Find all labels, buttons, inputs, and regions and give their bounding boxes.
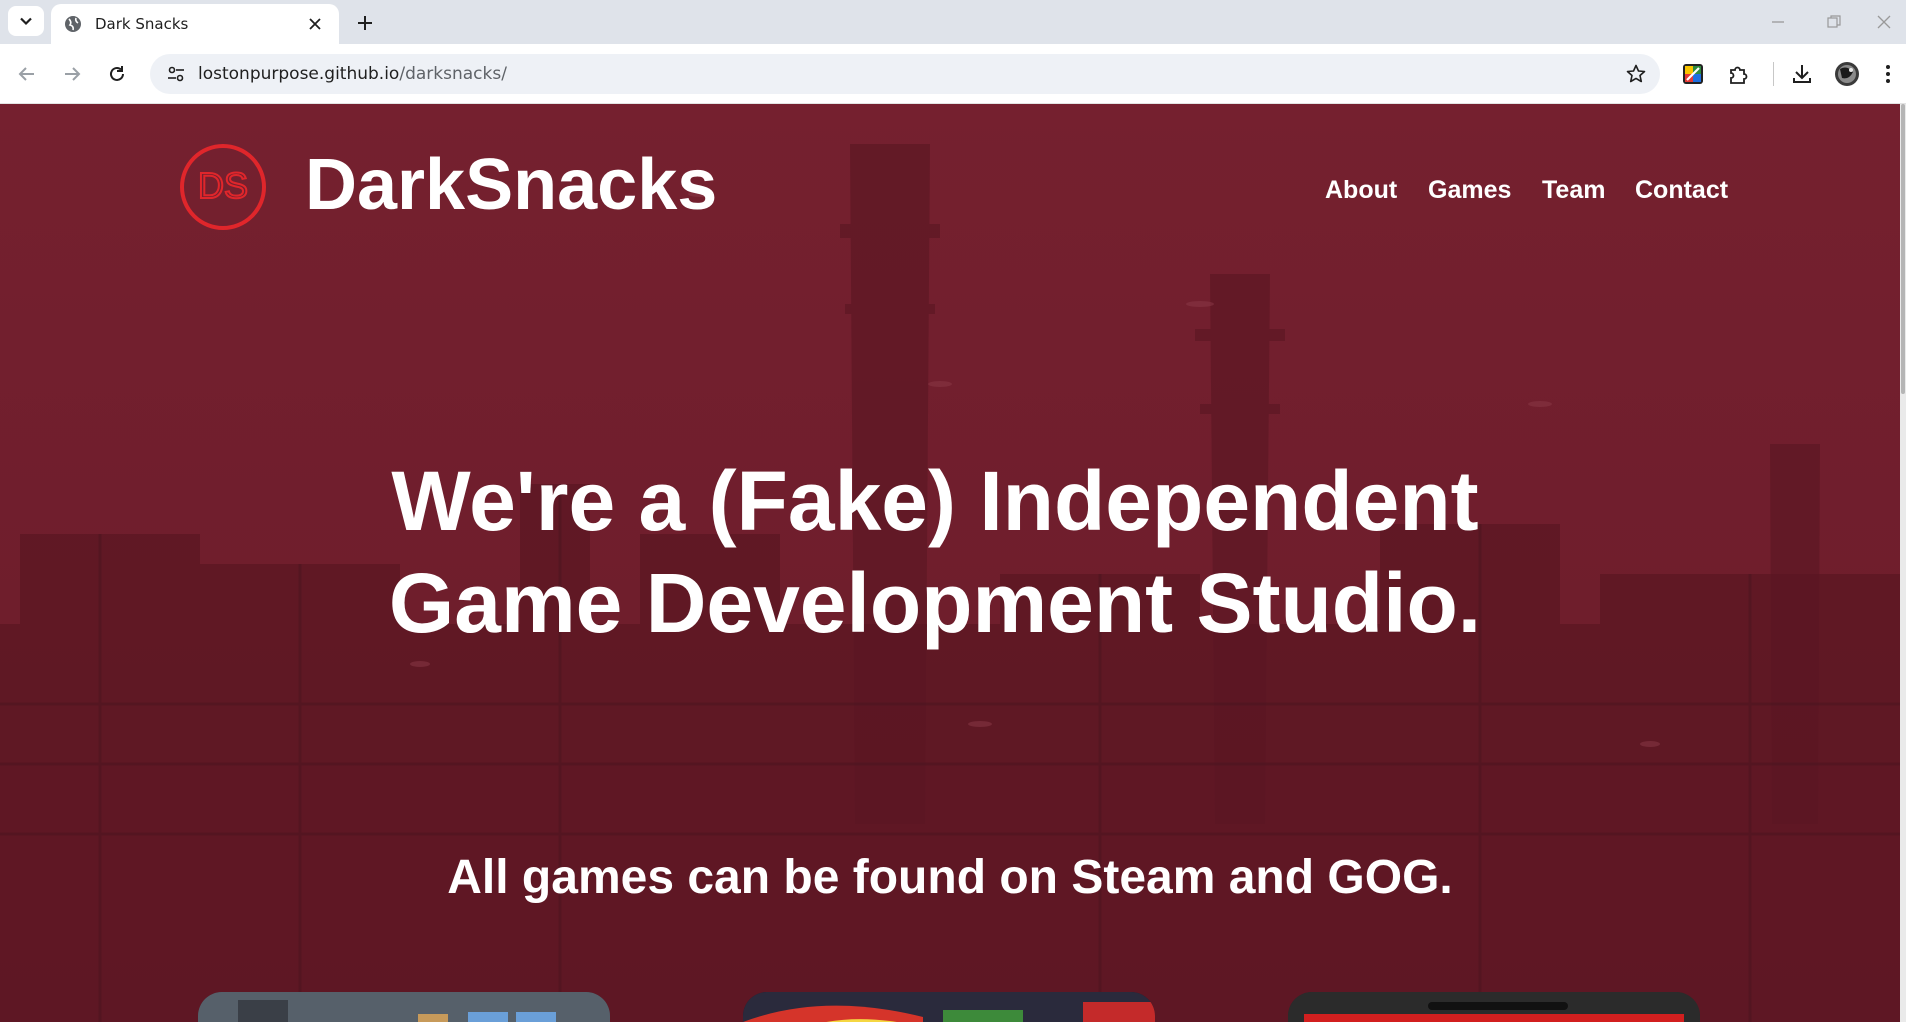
download-icon[interactable] (1787, 59, 1817, 89)
hero-heading: We're a (Fake) Independent Game Developm… (0, 450, 1870, 654)
browser-toolbar: lostonpurpose.github.io/darksnacks/ (0, 44, 1906, 104)
toolbar-divider (1773, 62, 1774, 86)
reload-icon (110, 66, 124, 81)
puzzle-icon[interactable] (1723, 59, 1753, 89)
address-bar[interactable]: lostonpurpose.github.io/darksnacks/ (150, 54, 1660, 94)
nav-about[interactable]: About (1325, 176, 1397, 205)
nav-team[interactable]: Team (1542, 176, 1605, 205)
nav-contact[interactable]: Contact (1635, 176, 1728, 205)
url-host: lostonpurpose.github.io (198, 64, 400, 84)
star-icon[interactable] (1624, 62, 1648, 86)
page-scrollbar[interactable] (1900, 104, 1906, 1022)
globe-icon (65, 16, 81, 32)
hero-line-1: We're a (Fake) Independent (391, 454, 1479, 548)
game-card-2[interactable] (743, 992, 1155, 1022)
restore-icon (1827, 15, 1841, 28)
menu-icon[interactable] (1878, 59, 1898, 89)
url-path: /darksnacks/ (399, 64, 507, 84)
subheading: All games can be found on Steam and GOG. (447, 851, 1453, 904)
game-card-3[interactable] (1288, 992, 1700, 1022)
window-close-icon (1877, 15, 1891, 29)
color-extension-icon[interactable] (1678, 59, 1708, 89)
tab-title: Dark Snacks (95, 15, 189, 33)
game-card-2-image (743, 992, 1155, 1022)
active-tab[interactable]: Dark Snacks (51, 4, 339, 44)
reload-button[interactable] (100, 57, 134, 91)
ds-logo[interactable]: DS (178, 142, 268, 232)
game-card-1[interactable] (198, 992, 610, 1022)
tab-strip: Dark Snacks (0, 0, 1906, 44)
minimize-icon (1772, 21, 1784, 23)
nav-games[interactable]: Games (1428, 176, 1511, 205)
window-close-button[interactable] (1862, 6, 1906, 38)
hero-line-2: Game Development Studio. (388, 556, 1482, 650)
back-button[interactable] (10, 57, 44, 91)
forward-button[interactable] (55, 57, 89, 91)
site-info-icon[interactable] (164, 62, 188, 86)
url-text[interactable]: lostonpurpose.github.io/darksnacks/ (198, 64, 507, 84)
plus-icon (358, 16, 372, 30)
game-card-1-image (198, 992, 610, 1022)
close-icon[interactable] (303, 12, 327, 36)
logo-text: DS (198, 165, 248, 206)
new-tab-button[interactable] (350, 8, 380, 38)
restore-button[interactable] (1806, 6, 1862, 38)
tab-search-button[interactable] (8, 6, 44, 36)
game-card-3-image (1288, 992, 1700, 1022)
chevron-down-icon (20, 17, 32, 26)
brand-name[interactable]: DarkSnacks (305, 144, 717, 226)
back-icon (18, 67, 34, 81)
avatar[interactable] (1832, 59, 1862, 89)
scrollbar-thumb[interactable] (1901, 104, 1905, 394)
minimize-button[interactable] (1750, 6, 1806, 38)
page-viewport: DS DarkSnacks About Games Team Contact W… (0, 104, 1906, 1022)
forward-icon (65, 67, 81, 81)
